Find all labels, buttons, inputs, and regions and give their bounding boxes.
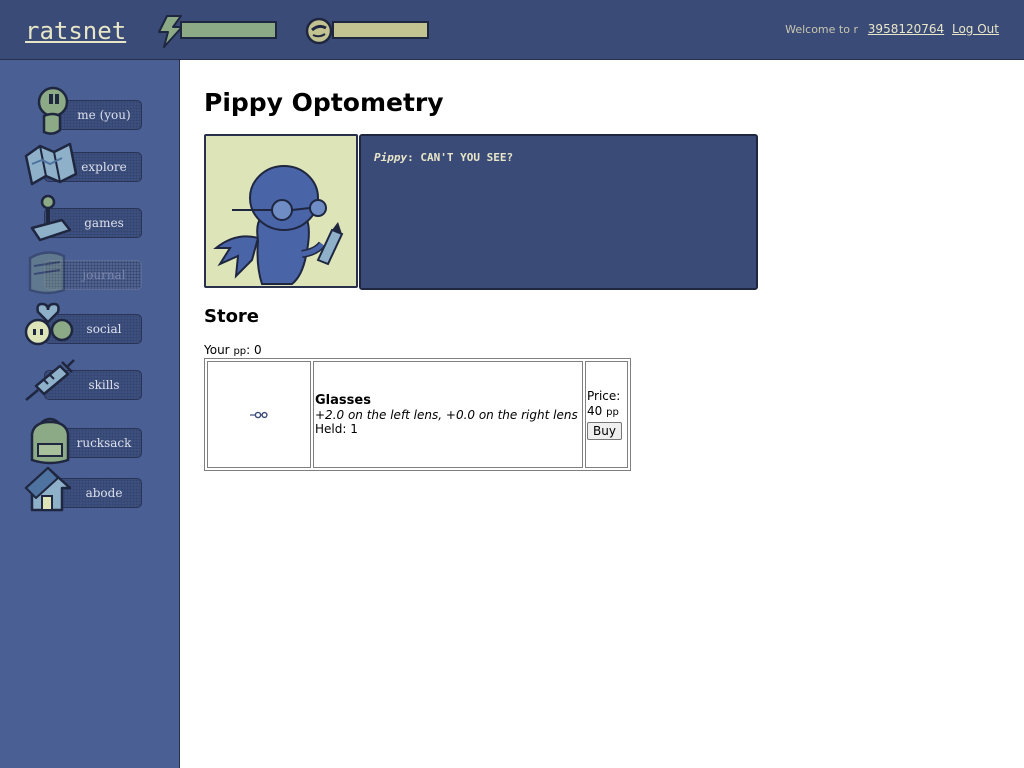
sidebar-item-journal: journal	[0, 246, 180, 296]
sidebar-item-explore[interactable]: explore	[0, 138, 180, 188]
item-effect: +2.0 on the left lens, +0.0 on the right…	[315, 408, 578, 422]
speech-dialog: Pippy: CAN'T YOU SEE?	[359, 134, 758, 290]
glasses-icon	[250, 411, 268, 418]
mood-bar-fill	[334, 23, 427, 37]
your-pp-balance: Your pp: 0	[204, 343, 262, 357]
dialog-text: CAN'T YOU SEE?	[420, 151, 514, 164]
syringe-icon	[25, 359, 75, 401]
price-value: 40	[587, 404, 603, 418]
energy-bar-fill	[182, 23, 275, 37]
price-label: Price:	[587, 389, 621, 403]
sidebar-item-games[interactable]: games	[0, 194, 180, 244]
user-area: Welcome to r 3958120764 Log Out	[785, 22, 999, 36]
item-description-cell: Glasses +2.0 on the left lens, +0.0 on t…	[313, 361, 583, 468]
item-image-cell	[207, 361, 311, 468]
house-icon	[24, 466, 72, 512]
backpack-icon	[30, 417, 70, 465]
your-pp-separator: :	[246, 343, 251, 357]
heart-icon	[24, 302, 74, 346]
item-price-cell: Price: 40 pp Buy	[585, 361, 628, 468]
user-id-link[interactable]: 3958120764	[868, 22, 944, 36]
table-row: Glasses +2.0 on the left lens, +0.0 on t…	[207, 361, 628, 468]
speaker-name: Pippy	[374, 151, 408, 164]
smiley-face-icon	[305, 17, 333, 45]
pp-unit: pp	[233, 346, 247, 357]
sidebar-item-social[interactable]: social	[0, 300, 180, 350]
price-value-line: 40 pp	[587, 404, 626, 420]
sidebar-item-me[interactable]: me (you)	[0, 86, 180, 136]
logout-link[interactable]: Log Out	[952, 22, 999, 36]
your-pp-value: 0	[254, 343, 262, 357]
item-name: Glasses	[315, 393, 371, 408]
person-icon	[37, 86, 69, 135]
sidebar-item-abode[interactable]: abode	[0, 464, 180, 514]
item-held: Held: 1	[315, 422, 358, 436]
store-heading: Store	[204, 306, 260, 327]
energy-bar	[180, 21, 277, 39]
joystick-icon	[30, 194, 72, 242]
sidebar-item-rucksack[interactable]: rucksack	[0, 414, 180, 465]
map-icon	[24, 142, 78, 186]
journal-icon	[28, 251, 66, 295]
top-header: ratsnet Welcome to r 3958120764 Log Out	[0, 0, 1024, 60]
your-pp-label: Your	[204, 343, 230, 357]
shopkeeper-portrait	[204, 134, 358, 288]
site-logo[interactable]: ratsnet	[25, 17, 126, 45]
speaker-separator: :	[407, 151, 421, 164]
price-unit: pp	[606, 407, 619, 418]
store-table: Glasses +2.0 on the left lens, +0.0 on t…	[204, 358, 631, 471]
buy-button[interactable]: Buy	[587, 422, 622, 440]
welcome-text: Welcome to r	[785, 23, 858, 36]
page-title: Pippy Optometry	[204, 88, 444, 117]
pippy-portrait-icon	[213, 165, 344, 285]
sidebar-nav: me (you) explore games journal social sk…	[0, 60, 180, 768]
mood-bar	[332, 21, 429, 39]
sidebar-item-skills[interactable]: skills	[0, 356, 180, 406]
